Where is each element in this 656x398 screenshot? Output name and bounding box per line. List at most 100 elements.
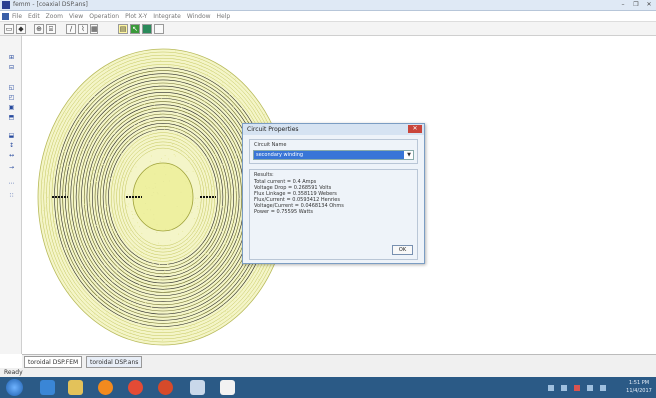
- menu-zoom[interactable]: Zoom: [46, 11, 63, 22]
- minimize-button[interactable]: –: [618, 1, 628, 9]
- circuit-name-select[interactable]: secondary winding ▼: [253, 150, 414, 160]
- clock[interactable]: 1:51 PM 11/4/2017: [624, 379, 654, 395]
- menu-file[interactable]: File: [12, 11, 22, 22]
- mesh-node: [210, 138, 211, 139]
- density-plot-icon[interactable]: ↖: [130, 24, 140, 34]
- mesh-icon[interactable]: [142, 24, 152, 34]
- mesh-node: [96, 181, 97, 182]
- file-explorer-icon[interactable]: [68, 380, 83, 395]
- mesh-node: [117, 258, 118, 259]
- tab-toroidal-fem[interactable]: toroidal DSP.FEM: [24, 356, 82, 368]
- show-mesh-icon[interactable]: ⬓: [7, 132, 16, 140]
- menu-integrate[interactable]: Integrate: [153, 11, 181, 22]
- paint-icon[interactable]: [190, 380, 205, 395]
- mesh-node: [175, 156, 176, 157]
- mesh-node: [136, 80, 137, 81]
- menu-edit[interactable]: Edit: [28, 11, 40, 22]
- menu-view[interactable]: View: [69, 11, 83, 22]
- open-file-icon[interactable]: ◆: [16, 24, 26, 34]
- mesh-node: [209, 253, 210, 254]
- mesh-node: [101, 254, 102, 255]
- mesh-node: [205, 211, 206, 212]
- mesh-node: [147, 93, 148, 94]
- mesh-node: [151, 104, 152, 105]
- mesh-node: [156, 314, 157, 315]
- arrow-horizontal-icon[interactable]: ↔: [7, 152, 16, 160]
- mesh-node: [155, 128, 156, 129]
- flag-icon[interactable]: [600, 385, 606, 391]
- mesh-points-icon[interactable]: ∷: [7, 192, 16, 200]
- mesh-node: [108, 122, 109, 123]
- mesh-node: [206, 278, 207, 279]
- mesh-node: [233, 235, 234, 236]
- arrow-right-icon[interactable]: →: [7, 164, 16, 172]
- firefox-icon[interactable]: [158, 380, 173, 395]
- mesh-node: [134, 226, 135, 227]
- mesh-node: [225, 232, 226, 233]
- contour-icon[interactable]: ⌸: [46, 24, 56, 34]
- network-icon[interactable]: [548, 385, 554, 391]
- mesh-node: [112, 177, 113, 178]
- menu-help[interactable]: Help: [217, 11, 231, 22]
- mesh-node: [100, 119, 101, 120]
- mesh-node: [49, 224, 50, 225]
- snap-grid-icon[interactable]: ⬒: [7, 114, 16, 122]
- internet-explorer-icon[interactable]: [40, 380, 55, 395]
- volume-icon[interactable]: [561, 385, 567, 391]
- zoom-window-icon[interactable]: ◱: [7, 84, 16, 92]
- mesh-node: [185, 334, 186, 335]
- mesh-node: [128, 124, 129, 125]
- media-player-icon[interactable]: [98, 380, 113, 395]
- mesh-node: [151, 243, 152, 244]
- mesh-node: [118, 281, 119, 282]
- mesh-node: [205, 138, 206, 139]
- menu-items: File Edit Zoom View Operation Plot X-Y I…: [12, 11, 230, 22]
- mesh-node: [137, 128, 138, 129]
- mesh-node: [196, 146, 197, 147]
- dialog-close-button[interactable]: ✕: [408, 125, 422, 133]
- mesh-node: [185, 121, 186, 122]
- mesh-node: [190, 326, 191, 327]
- document-icon[interactable]: [2, 13, 9, 20]
- integrate-icon[interactable]: ▦: [90, 24, 98, 34]
- zoom-in-icon[interactable]: ⊞: [7, 54, 16, 62]
- maximize-button[interactable]: ❐: [631, 1, 641, 9]
- start-button[interactable]: [6, 379, 23, 396]
- mesh-node: [133, 218, 134, 219]
- chevron-down-icon[interactable]: ▼: [405, 151, 413, 159]
- point-icon[interactable]: ⊕: [34, 24, 44, 34]
- mesh-node: [179, 277, 180, 278]
- close-button[interactable]: ✕: [644, 1, 654, 9]
- battery-icon[interactable]: [587, 385, 593, 391]
- mesh-node: [187, 113, 188, 114]
- tab-toroidal-ans[interactable]: toroidal DSP.ans: [86, 356, 142, 368]
- menu-window[interactable]: Window: [187, 11, 211, 22]
- alert-icon[interactable]: [574, 385, 580, 391]
- taskbar: 1:51 PM 11/4/2017: [0, 377, 656, 398]
- mesh-node: [144, 339, 145, 340]
- mesh-node: [146, 188, 147, 189]
- femm-icon[interactable]: [220, 380, 235, 395]
- mesh-node: [232, 194, 233, 195]
- mesh-node: [220, 114, 221, 115]
- select-arrow-icon[interactable]: [154, 24, 164, 34]
- line-integral-icon[interactable]: ∕: [66, 24, 76, 34]
- dots-icon[interactable]: ⋯: [7, 180, 16, 188]
- menu-operation[interactable]: Operation: [89, 11, 119, 22]
- chrome-icon[interactable]: [128, 380, 143, 395]
- zoom-out-icon[interactable]: ⊟: [7, 64, 16, 72]
- mesh-node: [194, 265, 195, 266]
- mesh-node: [137, 222, 138, 223]
- ok-button[interactable]: OK: [392, 245, 413, 255]
- new-file-icon[interactable]: ▭: [4, 24, 14, 34]
- plot-icon[interactable]: ⌇: [78, 24, 88, 34]
- mesh-node: [152, 69, 153, 70]
- mesh-node: [115, 147, 116, 148]
- grid-icon[interactable]: ▣: [7, 104, 16, 112]
- mesh-node: [127, 276, 128, 277]
- menu-plot-xy[interactable]: Plot X-Y: [125, 11, 147, 22]
- block-icon[interactable]: ▤: [118, 24, 128, 34]
- mesh-node: [70, 119, 71, 120]
- vector-plot-icon[interactable]: ↕: [7, 142, 16, 150]
- zoom-natural-icon[interactable]: ◰: [7, 94, 16, 102]
